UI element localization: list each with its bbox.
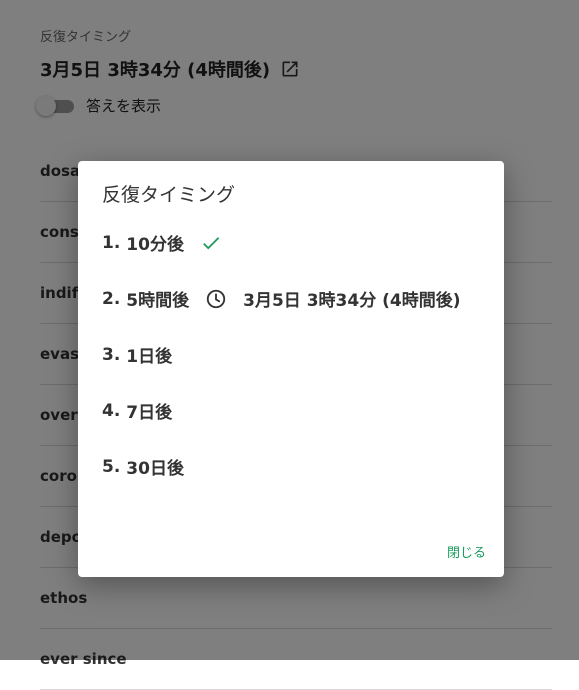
option-label: 1日後 [126, 347, 173, 367]
check-icon [200, 232, 222, 254]
option-detail: 3月5日 3時34分 (4時間後) [243, 291, 461, 311]
option-label: 30日後 [126, 459, 184, 479]
option-label: 10分後 [126, 235, 184, 255]
clock-icon [205, 288, 227, 310]
option-number: 2. [102, 288, 121, 309]
option-number: 5. [102, 456, 121, 477]
option-label: 5時間後 [126, 291, 190, 311]
timing-option-4[interactable]: 4. 7日後 [102, 398, 173, 424]
timing-option-5[interactable]: 5. 30日後 [102, 454, 184, 480]
timing-option-2[interactable]: 2. 5時間後 3月5日 3時34分 (4時間後) [102, 286, 461, 312]
timing-option-3[interactable]: 3. 1日後 [102, 342, 173, 368]
option-label: 7日後 [126, 403, 173, 423]
timing-option-1[interactable]: 1. 10分後 [102, 230, 222, 255]
review-timing-dialog: 反復タイミング 1. 10分後 2. 5時間後 3月5日 3時34分 (4時間後… [78, 161, 504, 577]
dialog-title: 反復タイミング [102, 184, 236, 206]
close-button[interactable]: 閉じる [447, 542, 486, 561]
option-number: 3. [102, 344, 121, 365]
option-number: 4. [102, 400, 121, 421]
option-number: 1. [102, 232, 121, 253]
